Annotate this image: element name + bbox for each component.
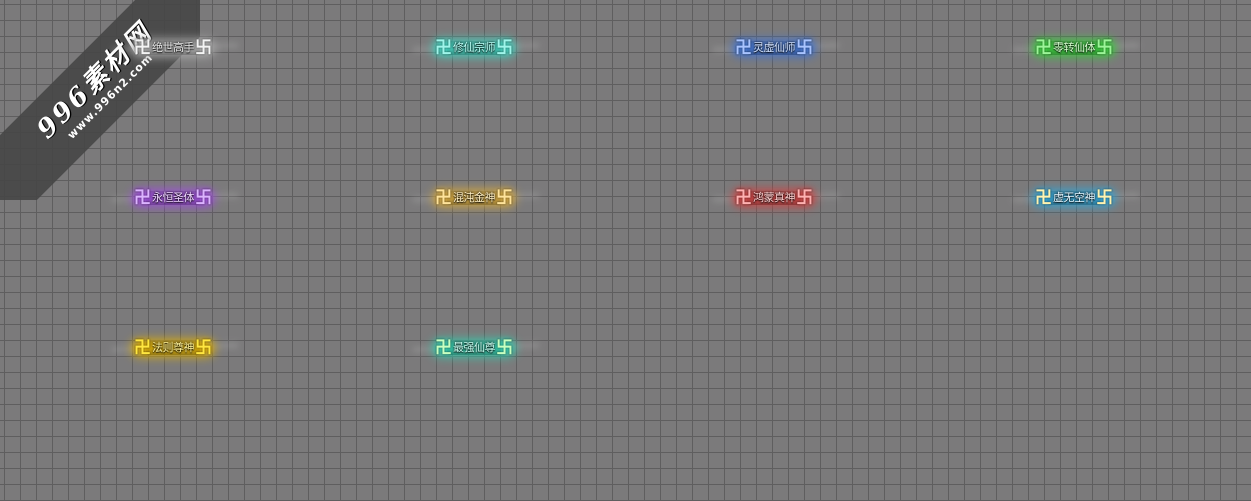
manji-left-icon: 卍 [435, 38, 452, 58]
manji-right-icon: 卍 [1096, 38, 1113, 58]
title-badge[interactable]: 卍 灵虚仙师 卍 [711, 36, 841, 60]
badge-bar: 卍 鸿蒙真神 卍 [733, 188, 815, 208]
manji-left-icon: 卍 [1035, 38, 1052, 58]
manji-right-icon: 卍 [195, 188, 212, 208]
title-label: 混沌金神 [453, 191, 496, 204]
title-label: 虚无空神 [1053, 191, 1096, 204]
title-label: 永恒圣体 [152, 191, 195, 204]
title-badge[interactable]: 卍 法则尊神 卍 [110, 336, 240, 360]
manji-left-icon: 卍 [435, 188, 452, 208]
watermark-url: www.996n2.com [64, 50, 156, 142]
title-preview-canvas: 996素材网 www.996n2.com 卍 绝世高手 卍 卍 修仙宗师 卍 卍… [0, 0, 1251, 501]
manji-left-icon: 卍 [435, 338, 452, 358]
title-label: 零转仙体 [1053, 41, 1096, 54]
badge-bar: 卍 虚无空神 卍 [1033, 188, 1115, 208]
badge-bar: 卍 混沌金神 卍 [433, 188, 515, 208]
badge-bar: 卍 绝世高手 卍 [132, 38, 214, 58]
title-label: 修仙宗师 [453, 41, 496, 54]
title-badge[interactable]: 卍 虚无空神 卍 [1011, 186, 1141, 210]
title-badge[interactable]: 卍 鸿蒙真神 卍 [711, 186, 841, 210]
manji-left-icon: 卍 [1035, 188, 1052, 208]
title-badge[interactable]: 卍 零转仙体 卍 [1011, 36, 1141, 60]
badge-bar: 卍 法则尊神 卍 [132, 338, 214, 358]
badge-bar: 卍 最强仙尊 卍 [433, 338, 515, 358]
badge-bar: 卍 永恒圣体 卍 [132, 188, 214, 208]
manji-left-icon: 卍 [134, 338, 151, 358]
manji-left-icon: 卍 [134, 188, 151, 208]
manji-right-icon: 卍 [796, 38, 813, 58]
manji-right-icon: 卍 [195, 338, 212, 358]
manji-left-icon: 卍 [735, 38, 752, 58]
title-label: 绝世高手 [152, 41, 195, 54]
manji-right-icon: 卍 [195, 38, 212, 58]
title-label: 法则尊神 [152, 341, 195, 354]
manji-right-icon: 卍 [496, 38, 513, 58]
manji-right-icon: 卍 [496, 188, 513, 208]
manji-right-icon: 卍 [496, 338, 513, 358]
title-badge[interactable]: 卍 绝世高手 卍 [110, 36, 240, 60]
title-badge[interactable]: 卍 最强仙尊 卍 [411, 336, 541, 360]
title-label: 灵虚仙师 [753, 41, 796, 54]
title-label: 最强仙尊 [453, 341, 496, 354]
manji-left-icon: 卍 [735, 188, 752, 208]
watermark-band: 996素材网 www.996n2.com [0, 0, 200, 200]
badge-bar: 卍 零转仙体 卍 [1033, 38, 1115, 58]
title-badge[interactable]: 卍 修仙宗师 卍 [411, 36, 541, 60]
title-badge[interactable]: 卍 混沌金神 卍 [411, 186, 541, 210]
watermark: 996素材网 www.996n2.com [0, 0, 200, 200]
manji-right-icon: 卍 [796, 188, 813, 208]
title-label: 鸿蒙真神 [753, 191, 796, 204]
manji-right-icon: 卍 [1096, 188, 1113, 208]
badge-bar: 卍 修仙宗师 卍 [433, 38, 515, 58]
badge-bar: 卍 灵虚仙师 卍 [733, 38, 815, 58]
title-badge[interactable]: 卍 永恒圣体 卍 [110, 186, 240, 210]
manji-left-icon: 卍 [134, 38, 151, 58]
